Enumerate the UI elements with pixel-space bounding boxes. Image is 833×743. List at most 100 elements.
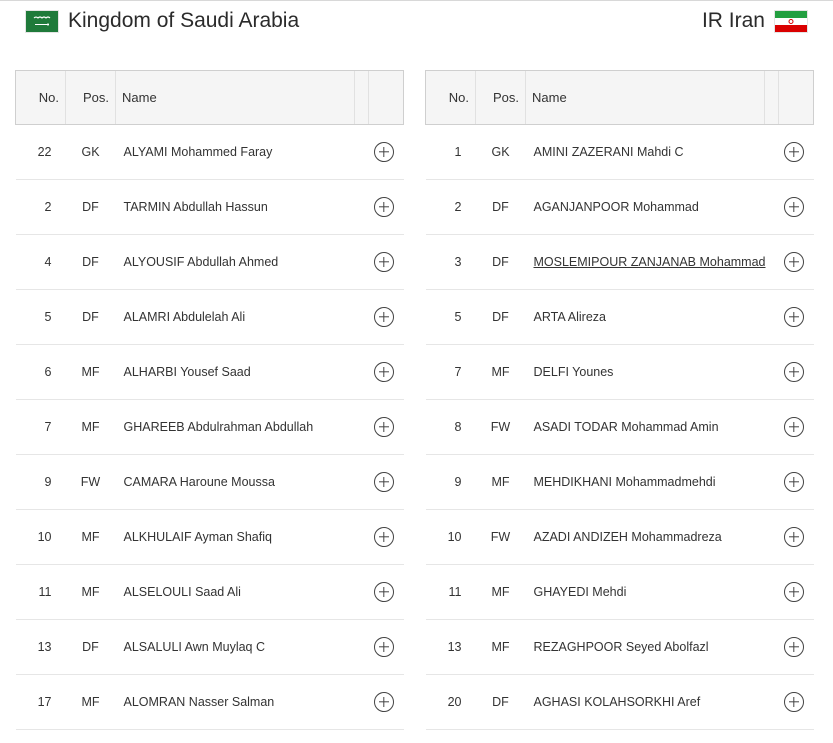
player-name: AGHASI KOLAHSORKHI Aref	[525, 674, 779, 730]
player-name: MEHDIKHANI Mohammadmehdi	[525, 454, 779, 510]
plus-circle-icon[interactable]	[783, 252, 804, 272]
player-number: 17	[15, 674, 66, 730]
player-action-cell	[368, 564, 404, 620]
player-name: GHAREEB Abdulrahman Abdullah	[115, 399, 369, 455]
player-name-text: AZADI ANDIZEH Mohammadreza	[533, 530, 722, 544]
player-action-cell	[368, 234, 404, 290]
player-row: 11 MF ALSELOULI Saad Ali	[15, 564, 404, 620]
column-header-pos[interactable]: Pos.	[475, 70, 526, 125]
column-header-extra	[764, 70, 779, 125]
plus-circle-icon[interactable]	[373, 417, 394, 437]
column-header-pos[interactable]: Pos.	[65, 70, 116, 125]
player-action-cell	[778, 344, 814, 400]
top-divider	[0, 0, 833, 1]
player-position: MF	[65, 674, 116, 730]
plus-circle-icon[interactable]	[783, 142, 804, 162]
player-position: DF	[475, 289, 526, 345]
plus-circle-icon[interactable]	[373, 252, 394, 272]
player-row: 7 MF DELFI Younes	[425, 344, 814, 400]
player-name-text: ALSELOULI Saad Ali	[123, 585, 241, 599]
plus-circle-icon[interactable]	[783, 197, 804, 217]
player-name-text: MEHDIKHANI Mohammadmehdi	[533, 475, 716, 489]
column-header-action	[368, 70, 404, 125]
player-position: MF	[65, 564, 116, 620]
plus-circle-icon[interactable]	[373, 362, 394, 382]
player-number: 13	[15, 619, 66, 675]
player-position: MF	[65, 399, 116, 455]
player-name-text: CAMARA Haroune Moussa	[123, 475, 275, 489]
player-number: 10	[425, 509, 476, 565]
player-name-text: GHAYEDI Mehdi	[533, 585, 627, 599]
player-action-cell	[778, 564, 814, 620]
column-header-no[interactable]: No.	[15, 70, 66, 125]
player-number: 22	[15, 124, 66, 180]
player-action-cell	[368, 124, 404, 180]
column-header-no[interactable]: No.	[425, 70, 476, 125]
table-header-row: No. Pos. Name	[425, 70, 814, 125]
column-header-name[interactable]: Name	[525, 70, 765, 125]
plus-circle-icon[interactable]	[373, 197, 394, 217]
home-lineup-table: No. Pos. Name 22 GK ALYAMI Mohammed Faray 2…	[15, 70, 404, 730]
plus-circle-icon[interactable]	[373, 582, 394, 602]
player-name-text: AMINI ZAZERANI Mahdi C	[533, 145, 684, 159]
player-row: 3 DF MOSLEMIPOUR ZANJANAB Mohammad	[425, 234, 814, 290]
player-row: 20 DF AGHASI KOLAHSORKHI Aref	[425, 674, 814, 730]
player-action-cell	[368, 289, 404, 345]
player-number: 11	[425, 564, 476, 620]
player-number: 5	[425, 289, 476, 345]
plus-circle-icon[interactable]	[783, 362, 804, 382]
player-name: ALSELOULI Saad Ali	[115, 564, 369, 620]
player-action-cell	[368, 454, 404, 510]
player-action-cell	[778, 619, 814, 675]
player-name-text: ALYAMI Mohammed Faray	[123, 145, 273, 159]
player-action-cell	[778, 509, 814, 565]
away-team-header: IR Iran	[702, 6, 807, 36]
plus-circle-icon[interactable]	[783, 417, 804, 437]
player-position: DF	[475, 179, 526, 235]
player-position: MF	[65, 344, 116, 400]
player-name-text: REZAGHPOOR Seyed Abolfazl	[533, 640, 709, 654]
player-position: DF	[65, 179, 116, 235]
player-number: 2	[15, 179, 66, 235]
plus-circle-icon[interactable]	[783, 307, 804, 327]
plus-circle-icon[interactable]	[783, 527, 804, 547]
plus-circle-icon[interactable]	[373, 637, 394, 657]
home-team-header: Kingdom of Saudi Arabia	[26, 6, 299, 36]
player-position: DF	[65, 619, 116, 675]
player-action-cell	[778, 399, 814, 455]
plus-circle-icon[interactable]	[783, 582, 804, 602]
column-header-name[interactable]: Name	[115, 70, 355, 125]
player-name: ALHARBI Yousef Saad	[115, 344, 369, 400]
plus-circle-icon[interactable]	[783, 692, 804, 712]
player-action-cell	[778, 674, 814, 730]
player-number: 9	[425, 454, 476, 510]
player-position: FW	[65, 454, 116, 510]
column-header-extra	[354, 70, 369, 125]
plus-circle-icon[interactable]	[373, 307, 394, 327]
plus-circle-icon[interactable]	[373, 472, 394, 492]
player-number: 7	[15, 399, 66, 455]
plus-circle-icon[interactable]	[783, 472, 804, 492]
player-number: 1	[425, 124, 476, 180]
player-row: 5 DF ALAMRI Abdulelah Ali	[15, 289, 404, 345]
player-name: ALKHULAIF Ayman Shafiq	[115, 509, 369, 565]
player-row: 10 MF ALKHULAIF Ayman Shafiq	[15, 509, 404, 565]
plus-circle-icon[interactable]	[373, 142, 394, 162]
home-lineup-panel: No. Pos. Name 22 GK ALYAMI Mohammed Faray 2…	[15, 70, 404, 730]
player-action-cell	[368, 509, 404, 565]
plus-circle-icon[interactable]	[783, 637, 804, 657]
player-name: ALYAMI Mohammed Faray	[115, 124, 369, 180]
player-name: ASADI TODAR Mohammad Amin	[525, 399, 779, 455]
player-name: ALOMRAN Nasser Salman	[115, 674, 369, 730]
player-number: 10	[15, 509, 66, 565]
player-row: 2 DF TARMIN Abdullah Hassun	[15, 179, 404, 235]
player-name-text[interactable]: MOSLEMIPOUR ZANJANAB Mohammad	[534, 255, 766, 269]
player-name: GHAYEDI Mehdi	[525, 564, 779, 620]
plus-circle-icon[interactable]	[373, 692, 394, 712]
player-name-text: ARTA Alireza	[533, 310, 607, 324]
plus-circle-icon[interactable]	[373, 527, 394, 547]
player-row: 6 MF ALHARBI Yousef Saad	[15, 344, 404, 400]
player-name: ALSALULI Awn Muylaq C	[115, 619, 369, 675]
player-name-text: ALOMRAN Nasser Salman	[123, 695, 275, 709]
player-number: 6	[15, 344, 66, 400]
